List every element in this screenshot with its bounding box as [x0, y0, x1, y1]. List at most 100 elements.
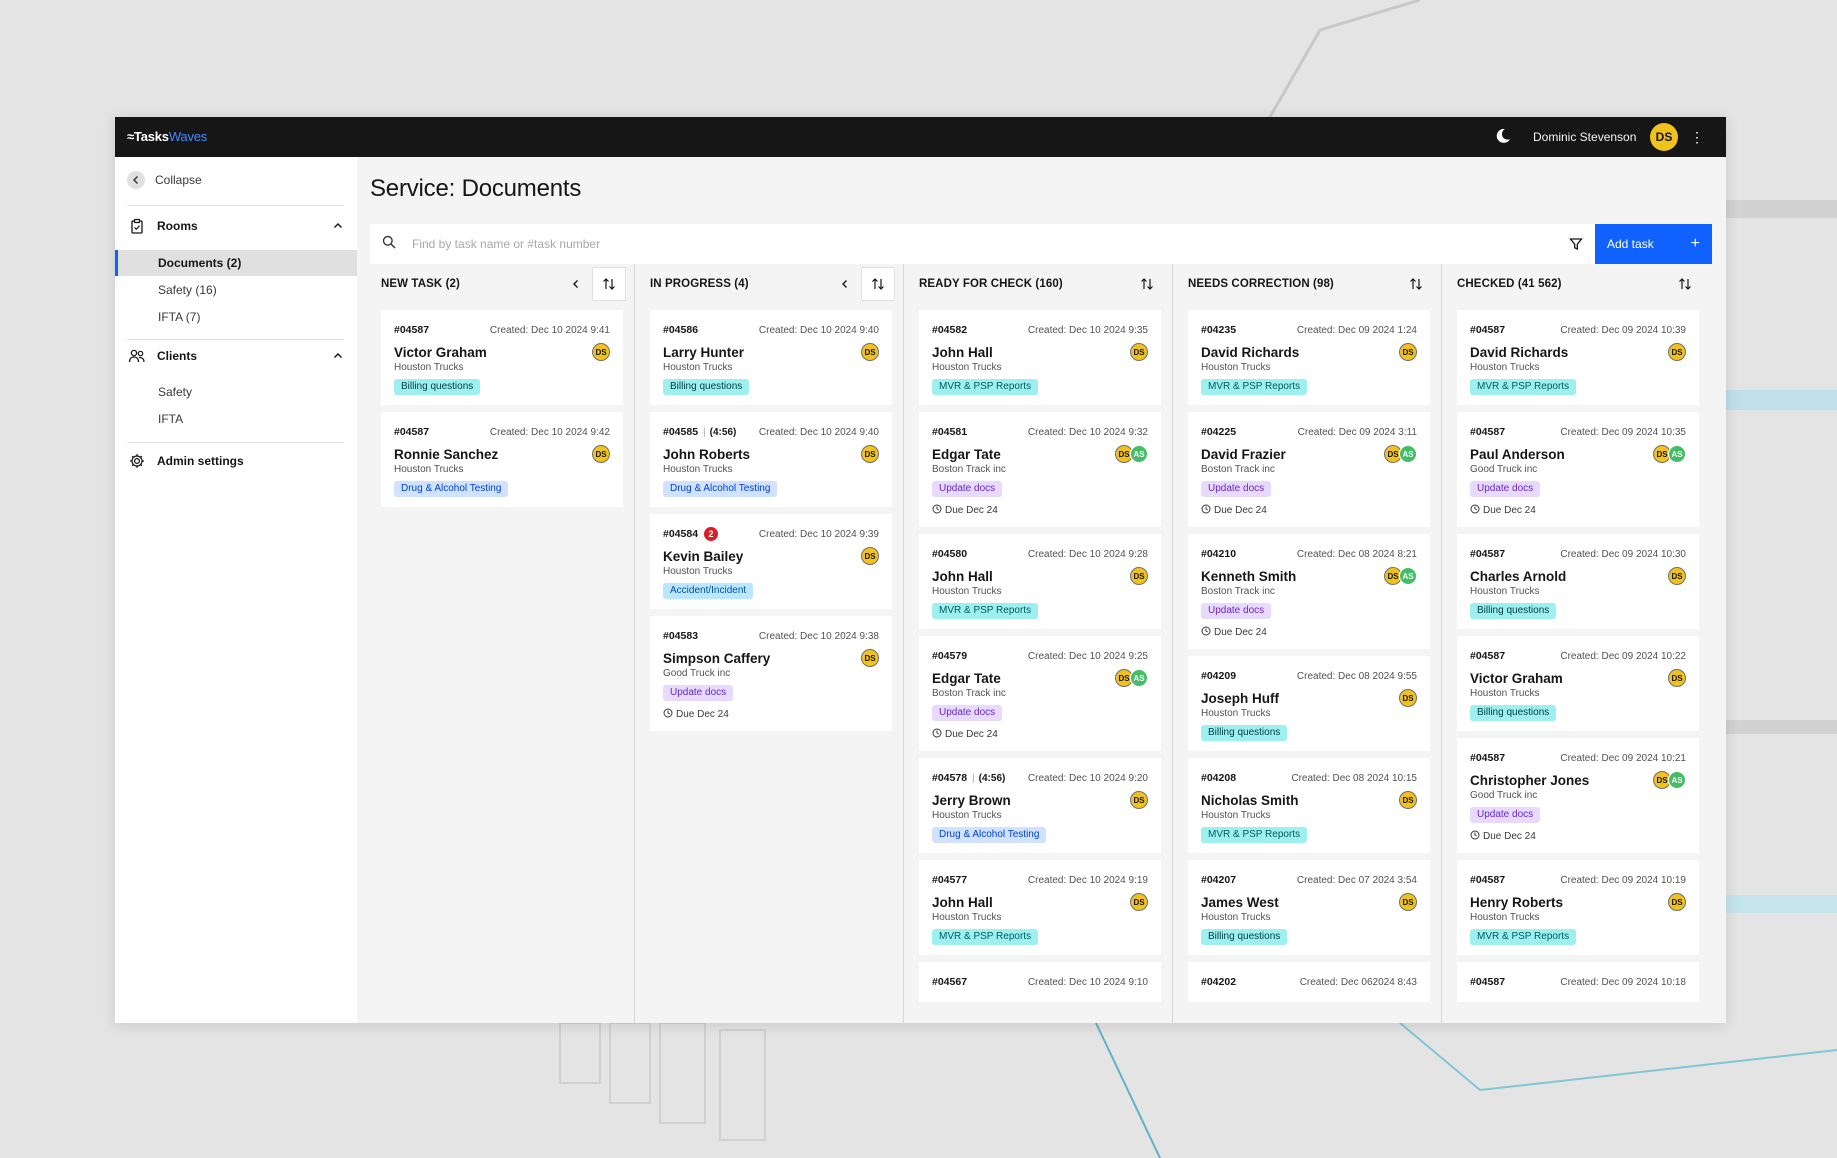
task-card[interactable]: #04577 Created: Dec 10 2024 9:19 John Hall…: [919, 860, 1161, 955]
assignee-avatar[interactable]: DS: [1668, 343, 1686, 361]
due-date-text: Due Dec 24: [945, 505, 998, 516]
assignee-avatar[interactable]: DS: [592, 445, 610, 463]
assignee-avatar[interactable]: DS: [1668, 669, 1686, 687]
sidebar-divider: [127, 339, 344, 340]
assignee-avatar[interactable]: DS: [1399, 893, 1417, 911]
assignee-avatar[interactable]: DS: [861, 343, 879, 361]
task-card[interactable]: #04587 Created: Dec 10 2024 9:41 Victor Gr…: [381, 310, 623, 405]
assignee-avatars: DS: [1130, 791, 1148, 809]
task-card[interactable]: #04587 Created: Dec 09 2024 10:21 Christop…: [1457, 738, 1699, 853]
task-card[interactable]: #04587 Created: Dec 10 2024 9:42 Ronnie Sa…: [381, 412, 623, 507]
task-card[interactable]: #04235 Created: Dec 09 2024 1:24 David Ric…: [1188, 310, 1430, 405]
sort-icon[interactable]: [1669, 268, 1701, 300]
category-tag: MVR & PSP Reports: [932, 929, 1039, 945]
assignee-avatar[interactable]: DS: [1399, 343, 1417, 361]
card-name-row: Christopher Jones DS AS: [1470, 771, 1686, 789]
rooms-section-header[interactable]: Rooms: [127, 215, 344, 237]
created-date: Created: Dec 08 2024 10:15: [1291, 772, 1417, 784]
task-card[interactable]: #04587 Created: Dec 09 2024 10:30 Charles …: [1457, 534, 1699, 629]
due-date-text: Due Dec 24: [1483, 831, 1536, 842]
task-card[interactable]: #04578 (4:56) Created: Dec 10 2024 9:20 Jer…: [919, 758, 1161, 853]
assignee-avatar[interactable]: DS: [861, 649, 879, 667]
sidebar-item-safety[interactable]: Safety (16): [115, 277, 357, 303]
task-card[interactable]: #04581 Created: Dec 10 2024 9:32 Edgar Tat…: [919, 412, 1161, 527]
task-card[interactable]: #04585 (4:56) Created: Dec 10 2024 9:40 Joh…: [650, 412, 892, 507]
assignee-avatar[interactable]: DS: [1130, 791, 1148, 809]
task-card[interactable]: #04209 Created: Dec 08 2024 9:55 Joseph Hu…: [1188, 656, 1430, 751]
sort-icon[interactable]: [862, 268, 894, 300]
filter-icon[interactable]: [1567, 235, 1585, 253]
task-card[interactable]: #04208 Created: Dec 08 2024 10:15 Nicholas…: [1188, 758, 1430, 853]
clock-icon: [932, 728, 942, 741]
chevron-up-icon[interactable]: [332, 220, 344, 232]
assignee-avatars: DS AS: [1384, 445, 1417, 463]
board-column: NEW TASK (2) #04587 Created: Dec 10 2024 9…: [367, 264, 635, 1023]
task-number: #04209: [1201, 670, 1237, 682]
assignee-avatar[interactable]: AS: [1668, 445, 1686, 463]
task-card[interactable]: #04583 Created: Dec 10 2024 9:38 Simpson C…: [650, 616, 892, 731]
search-input[interactable]: [410, 236, 1514, 252]
sort-icon[interactable]: [593, 268, 625, 300]
assignee-avatar[interactable]: DS: [1130, 893, 1148, 911]
admin-settings-link[interactable]: Admin settings: [127, 450, 344, 472]
sort-icon[interactable]: [1131, 268, 1163, 300]
assignee-avatar[interactable]: DS: [1668, 893, 1686, 911]
company-name: Houston Trucks: [1201, 912, 1271, 923]
sidebar-item-clients-ifta[interactable]: IFTA: [115, 406, 357, 432]
task-number: #04578: [932, 772, 968, 784]
column-title: CHECKED (41 562): [1457, 278, 1562, 290]
assignee-avatar[interactable]: DS: [1130, 567, 1148, 585]
task-card[interactable]: #04587 Created: Dec 09 2024 10:39 David Ri…: [1457, 310, 1699, 405]
task-card[interactable]: #04584 2 Created: Dec 10 2024 9:39 Kevin Ba…: [650, 514, 892, 609]
assignee-avatar[interactable]: AS: [1399, 567, 1417, 585]
due-date-text: Due Dec 24: [1214, 627, 1267, 638]
company-name: Good Truck inc: [1470, 790, 1538, 801]
task-card[interactable]: #04587 Created: Dec 09 2024 10:22 Victor G…: [1457, 636, 1699, 731]
user-name[interactable]: Dominic Stevenson: [1533, 130, 1636, 144]
card-name-row: David Richards DS: [1470, 343, 1686, 361]
sidebar-item-clients-safety[interactable]: Safety: [115, 379, 357, 405]
sidebar-item-ifta[interactable]: IFTA (7): [115, 304, 357, 330]
task-card[interactable]: #04587 Created: Dec 09 2024 10:18: [1457, 962, 1699, 1002]
task-card[interactable]: #04579 Created: Dec 10 2024 9:25 Edgar Tat…: [919, 636, 1161, 751]
assignee-avatar[interactable]: DS: [1130, 343, 1148, 361]
chevron-left-icon[interactable]: [838, 277, 852, 291]
task-card[interactable]: #04567 Created: Dec 10 2024 9:10: [919, 962, 1161, 1002]
assignee-avatars: DS: [1399, 689, 1417, 707]
task-card[interactable]: #04587 Created: Dec 09 2024 10:19 Henry Ro…: [1457, 860, 1699, 955]
task-card[interactable]: #04207 Created: Dec 07 2024 3:54 James Wes…: [1188, 860, 1430, 955]
task-duration: (4:56): [972, 773, 1006, 784]
assignee-avatar[interactable]: AS: [1399, 445, 1417, 463]
task-card[interactable]: #04202 Created: Dec 062024 8:43: [1188, 962, 1430, 1002]
task-name: Kevin Bailey: [663, 548, 744, 564]
task-card[interactable]: #04582 Created: Dec 10 2024 9:35 John Hall…: [919, 310, 1161, 405]
task-card[interactable]: #04225 Created: Dec 09 2024 3:11 David Fra…: [1188, 412, 1430, 527]
task-card[interactable]: #04210 Created: Dec 08 2024 8:21 Kenneth S…: [1188, 534, 1430, 649]
clients-section-header[interactable]: Clients: [127, 345, 344, 367]
created-date: Created: Dec 10 2024 9:40: [758, 426, 879, 438]
sidebar-item-documents[interactable]: Documents (2): [115, 250, 357, 276]
assignee-avatar[interactable]: DS: [1668, 567, 1686, 585]
assignee-avatar[interactable]: AS: [1130, 669, 1148, 687]
assignee-avatar[interactable]: DS: [1399, 689, 1417, 707]
user-avatar[interactable]: DS: [1650, 123, 1678, 151]
assignee-avatar[interactable]: DS: [592, 343, 610, 361]
assignee-avatar[interactable]: AS: [1668, 771, 1686, 789]
dark-mode-icon[interactable]: [1494, 127, 1512, 150]
task-card[interactable]: #04580 Created: Dec 10 2024 9:28 John Hall…: [919, 534, 1161, 629]
chevron-left-icon[interactable]: [569, 277, 583, 291]
assignee-avatar[interactable]: AS: [1130, 445, 1148, 463]
sort-icon[interactable]: [1400, 268, 1432, 300]
more-menu-icon[interactable]: ⋮: [1690, 128, 1704, 146]
task-card[interactable]: #04587 Created: Dec 09 2024 10:35 Paul And…: [1457, 412, 1699, 527]
clock-icon: [1470, 504, 1480, 517]
add-task-button[interactable]: Add task +: [1595, 224, 1712, 264]
chevron-up-icon[interactable]: [332, 350, 344, 362]
company-name: Boston Track inc: [1201, 464, 1275, 475]
assignee-avatar[interactable]: DS: [861, 445, 879, 463]
assignee-avatar[interactable]: DS: [861, 547, 879, 565]
collapse-button[interactable]: Collapse: [127, 169, 202, 191]
assignee-avatar[interactable]: DS: [1399, 791, 1417, 809]
app-logo[interactable]: ≈TasksWaves: [127, 129, 207, 144]
task-card[interactable]: #04586 Created: Dec 10 2024 9:40 Larry Hun…: [650, 310, 892, 405]
